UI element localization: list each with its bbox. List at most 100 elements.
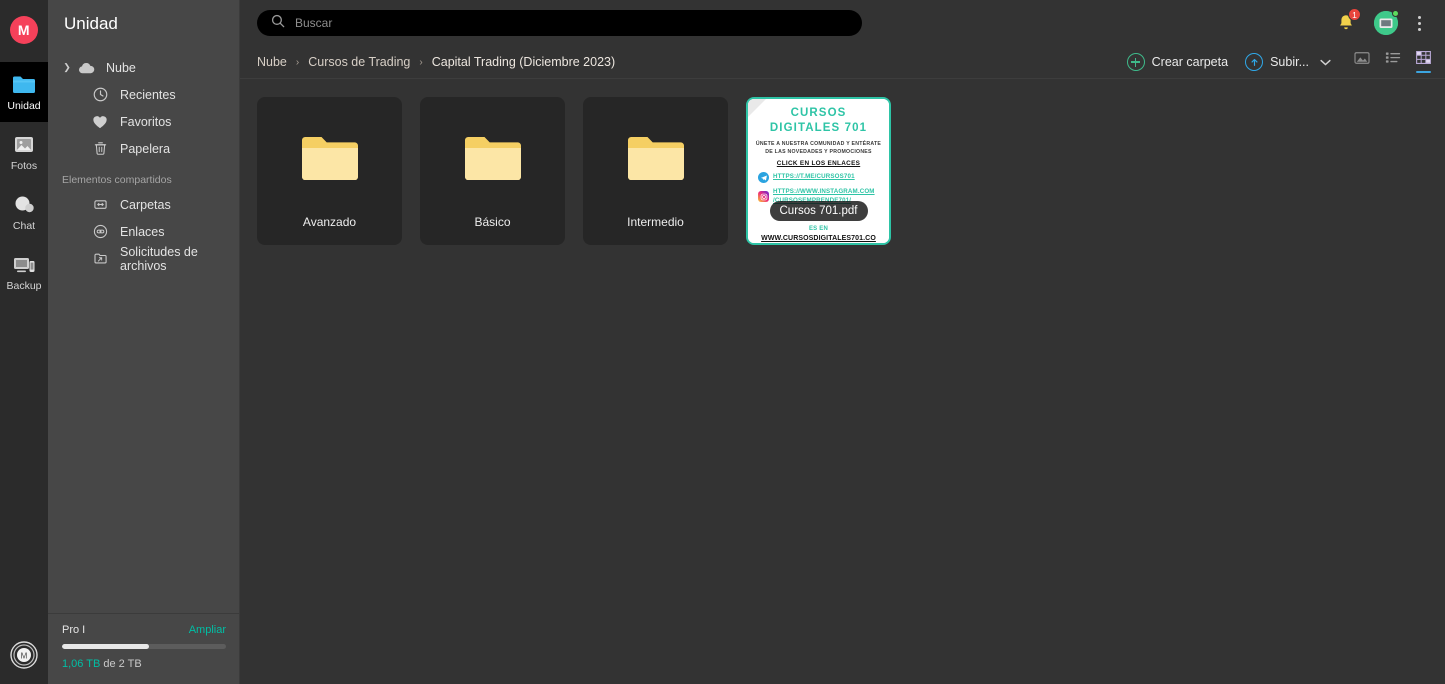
folder-card-basico[interactable]: Básico: [420, 97, 565, 245]
kebab-menu-icon[interactable]: [1416, 14, 1423, 33]
backup-devices-icon: [11, 253, 37, 277]
storage-plan-label: Pro I: [62, 624, 86, 636]
rail-bottom: M: [0, 641, 48, 674]
rail-item-fotos[interactable]: Fotos: [0, 122, 48, 182]
bell-icon: [1336, 15, 1356, 37]
chevron-down-icon[interactable]: [1320, 53, 1331, 71]
sidebar: Unidad ❯ Nube Recientes Favoritos Papele…: [48, 0, 240, 684]
chevron-right-icon[interactable]: ❯: [60, 62, 74, 73]
file-name: Intermedio: [627, 215, 684, 229]
pdf-thumbnail: CURSOS DIGITALES 701 ÚNETE A NUESTRA COM…: [748, 99, 889, 243]
top-bar: Buscar 1: [240, 0, 1445, 46]
sidebar-item-papelera[interactable]: Papelera: [48, 135, 239, 162]
search-input[interactable]: Buscar: [295, 16, 332, 30]
pdf-title-line1: CURSOS: [790, 107, 847, 119]
create-folder-button[interactable]: Crear carpeta: [1126, 53, 1229, 71]
view-mode-switcher: [1354, 51, 1431, 74]
storage-usage-text: 1,06 TB de 2 TB: [62, 658, 226, 670]
mega-logo-icon[interactable]: M: [10, 641, 38, 674]
sidebar-item-label: Carpetas: [120, 197, 171, 212]
breadcrumb-item-nube[interactable]: Nube: [257, 55, 287, 69]
rail-item-label: Chat: [12, 219, 36, 232]
cloud-icon: [74, 61, 98, 75]
svg-text:M: M: [21, 652, 28, 661]
rail-item-unidad[interactable]: Unidad: [0, 62, 48, 122]
sidebar-item-label: Papelera: [120, 141, 171, 156]
search-icon: [271, 14, 285, 33]
mega-brand-logo[interactable]: M: [10, 16, 38, 44]
breadcrumb: Nube › Cursos de Trading › Capital Tradi…: [257, 55, 615, 69]
sidebar-item-label: Nube: [106, 60, 136, 75]
upload-button[interactable]: Subir...: [1245, 53, 1331, 71]
folder-icon: [301, 135, 359, 187]
link-icon: [88, 224, 112, 239]
shared-folders-icon: [88, 197, 112, 212]
pdf-instagram-link-1: HTTPS://WWW.INSTAGRAM.COM: [773, 188, 875, 195]
sidebar-item-solicitudes-de-archivos[interactable]: Solicitudes de archivos: [48, 245, 239, 273]
storage-header: Pro I Ampliar: [62, 624, 226, 636]
folder-icon: [464, 135, 522, 187]
page-fold-decoration: [748, 99, 766, 117]
pdf-cta-text: CLICK EN LOS ENLACES: [776, 160, 861, 167]
sidebar-item-nube[interactable]: ❯ Nube: [48, 54, 239, 81]
sidebar-title: Unidad: [64, 14, 118, 33]
clock-icon: [88, 87, 112, 102]
gallery-view-icon[interactable]: [1354, 51, 1370, 74]
sidebar-item-enlaces[interactable]: Enlaces: [48, 218, 239, 245]
breadcrumb-row: Nube › Cursos de Trading › Capital Tradi…: [240, 46, 1445, 79]
pdf-subtitle-line2: DE LAS NOVEDADES Y PROMOCIONES: [765, 149, 872, 155]
notifications-button[interactable]: 1: [1336, 8, 1361, 33]
search-bar[interactable]: Buscar: [257, 10, 862, 36]
create-folder-label: Crear carpeta: [1151, 55, 1229, 69]
sidebar-item-label: Enlaces: [120, 224, 165, 239]
folder-icon: [627, 135, 685, 187]
folder-card-avanzado[interactable]: Avanzado: [257, 97, 402, 245]
pdf-telegram-row: HTTPS://T.ME/CURSOS701: [752, 172, 885, 183]
pdf-footer-partial: ES EN: [808, 226, 828, 232]
trash-icon: [88, 141, 112, 156]
rail-item-label: Backup: [6, 279, 42, 292]
pdf-title-line2: DIGITALES 701: [769, 122, 868, 134]
storage-widget: Pro I Ampliar 1,06 TB de 2 TB: [48, 613, 240, 684]
grid-view-icon[interactable]: [1416, 51, 1431, 73]
breadcrumb-separator-icon: ›: [295, 56, 300, 68]
app-root: M Unidad Fotos Chat Backup M Unidad ❯ Nu…: [0, 0, 1445, 684]
notification-badge: 1: [1348, 8, 1361, 21]
folder-card-intermedio[interactable]: Intermedio: [583, 97, 728, 245]
sidebar-nav: ❯ Nube Recientes Favoritos Papelera Elem…: [48, 54, 239, 273]
top-bar-actions: 1: [1336, 8, 1431, 35]
file-card-pdf[interactable]: CURSOS DIGITALES 701 ÚNETE A NUESTRA COM…: [746, 97, 891, 245]
breadcrumb-item-current[interactable]: Capital Trading (Diciembre 2023): [432, 55, 615, 69]
status-dot-icon: [1392, 10, 1399, 17]
storage-used-value: 1,06 TB: [62, 658, 101, 670]
app-rail: M Unidad Fotos Chat Backup M: [0, 0, 48, 684]
rail-item-list: Unidad Fotos Chat Backup: [0, 62, 48, 302]
file-name: Avanzado: [302, 215, 357, 229]
photos-image-icon: [11, 133, 37, 157]
pdf-telegram-link: HTTPS://T.ME/CURSOS701: [773, 173, 855, 181]
heart-icon: [88, 115, 112, 129]
file-name: Básico: [474, 215, 511, 229]
breadcrumb-separator-icon: ›: [419, 56, 423, 68]
upgrade-link[interactable]: Ampliar: [189, 624, 226, 636]
rail-item-chat[interactable]: Chat: [0, 182, 48, 242]
breadcrumb-item-cursos-de-trading[interactable]: Cursos de Trading: [308, 55, 410, 69]
upload-label: Subir...: [1270, 55, 1309, 69]
sidebar-item-carpetas[interactable]: Carpetas: [48, 191, 239, 218]
rail-item-label: Fotos: [10, 159, 38, 172]
file-name: Cursos 701.pdf: [769, 201, 868, 221]
sidebar-section-shared: Elementos compartidos: [62, 174, 172, 186]
sidebar-item-label: Recientes: [120, 87, 176, 102]
avatar[interactable]: [1374, 10, 1399, 35]
rail-item-label: Unidad: [7, 99, 41, 112]
main-area: Buscar 1 Nube › Cursos de Trading › Capi…: [240, 0, 1445, 684]
sidebar-item-label: Favoritos: [120, 114, 172, 129]
file-request-icon: [88, 251, 112, 266]
list-view-icon[interactable]: [1385, 51, 1401, 73]
rail-item-backup[interactable]: Backup: [0, 242, 48, 302]
pdf-subtitle-line1: ÚNETE A NUESTRA COMUNIDAD Y ENTÉRATE: [755, 141, 882, 147]
storage-total-value: de 2 TB: [100, 658, 142, 670]
sidebar-item-favoritos[interactable]: Favoritos: [48, 108, 239, 135]
drive-folder-icon: [11, 73, 37, 97]
sidebar-item-recientes[interactable]: Recientes: [48, 81, 239, 108]
